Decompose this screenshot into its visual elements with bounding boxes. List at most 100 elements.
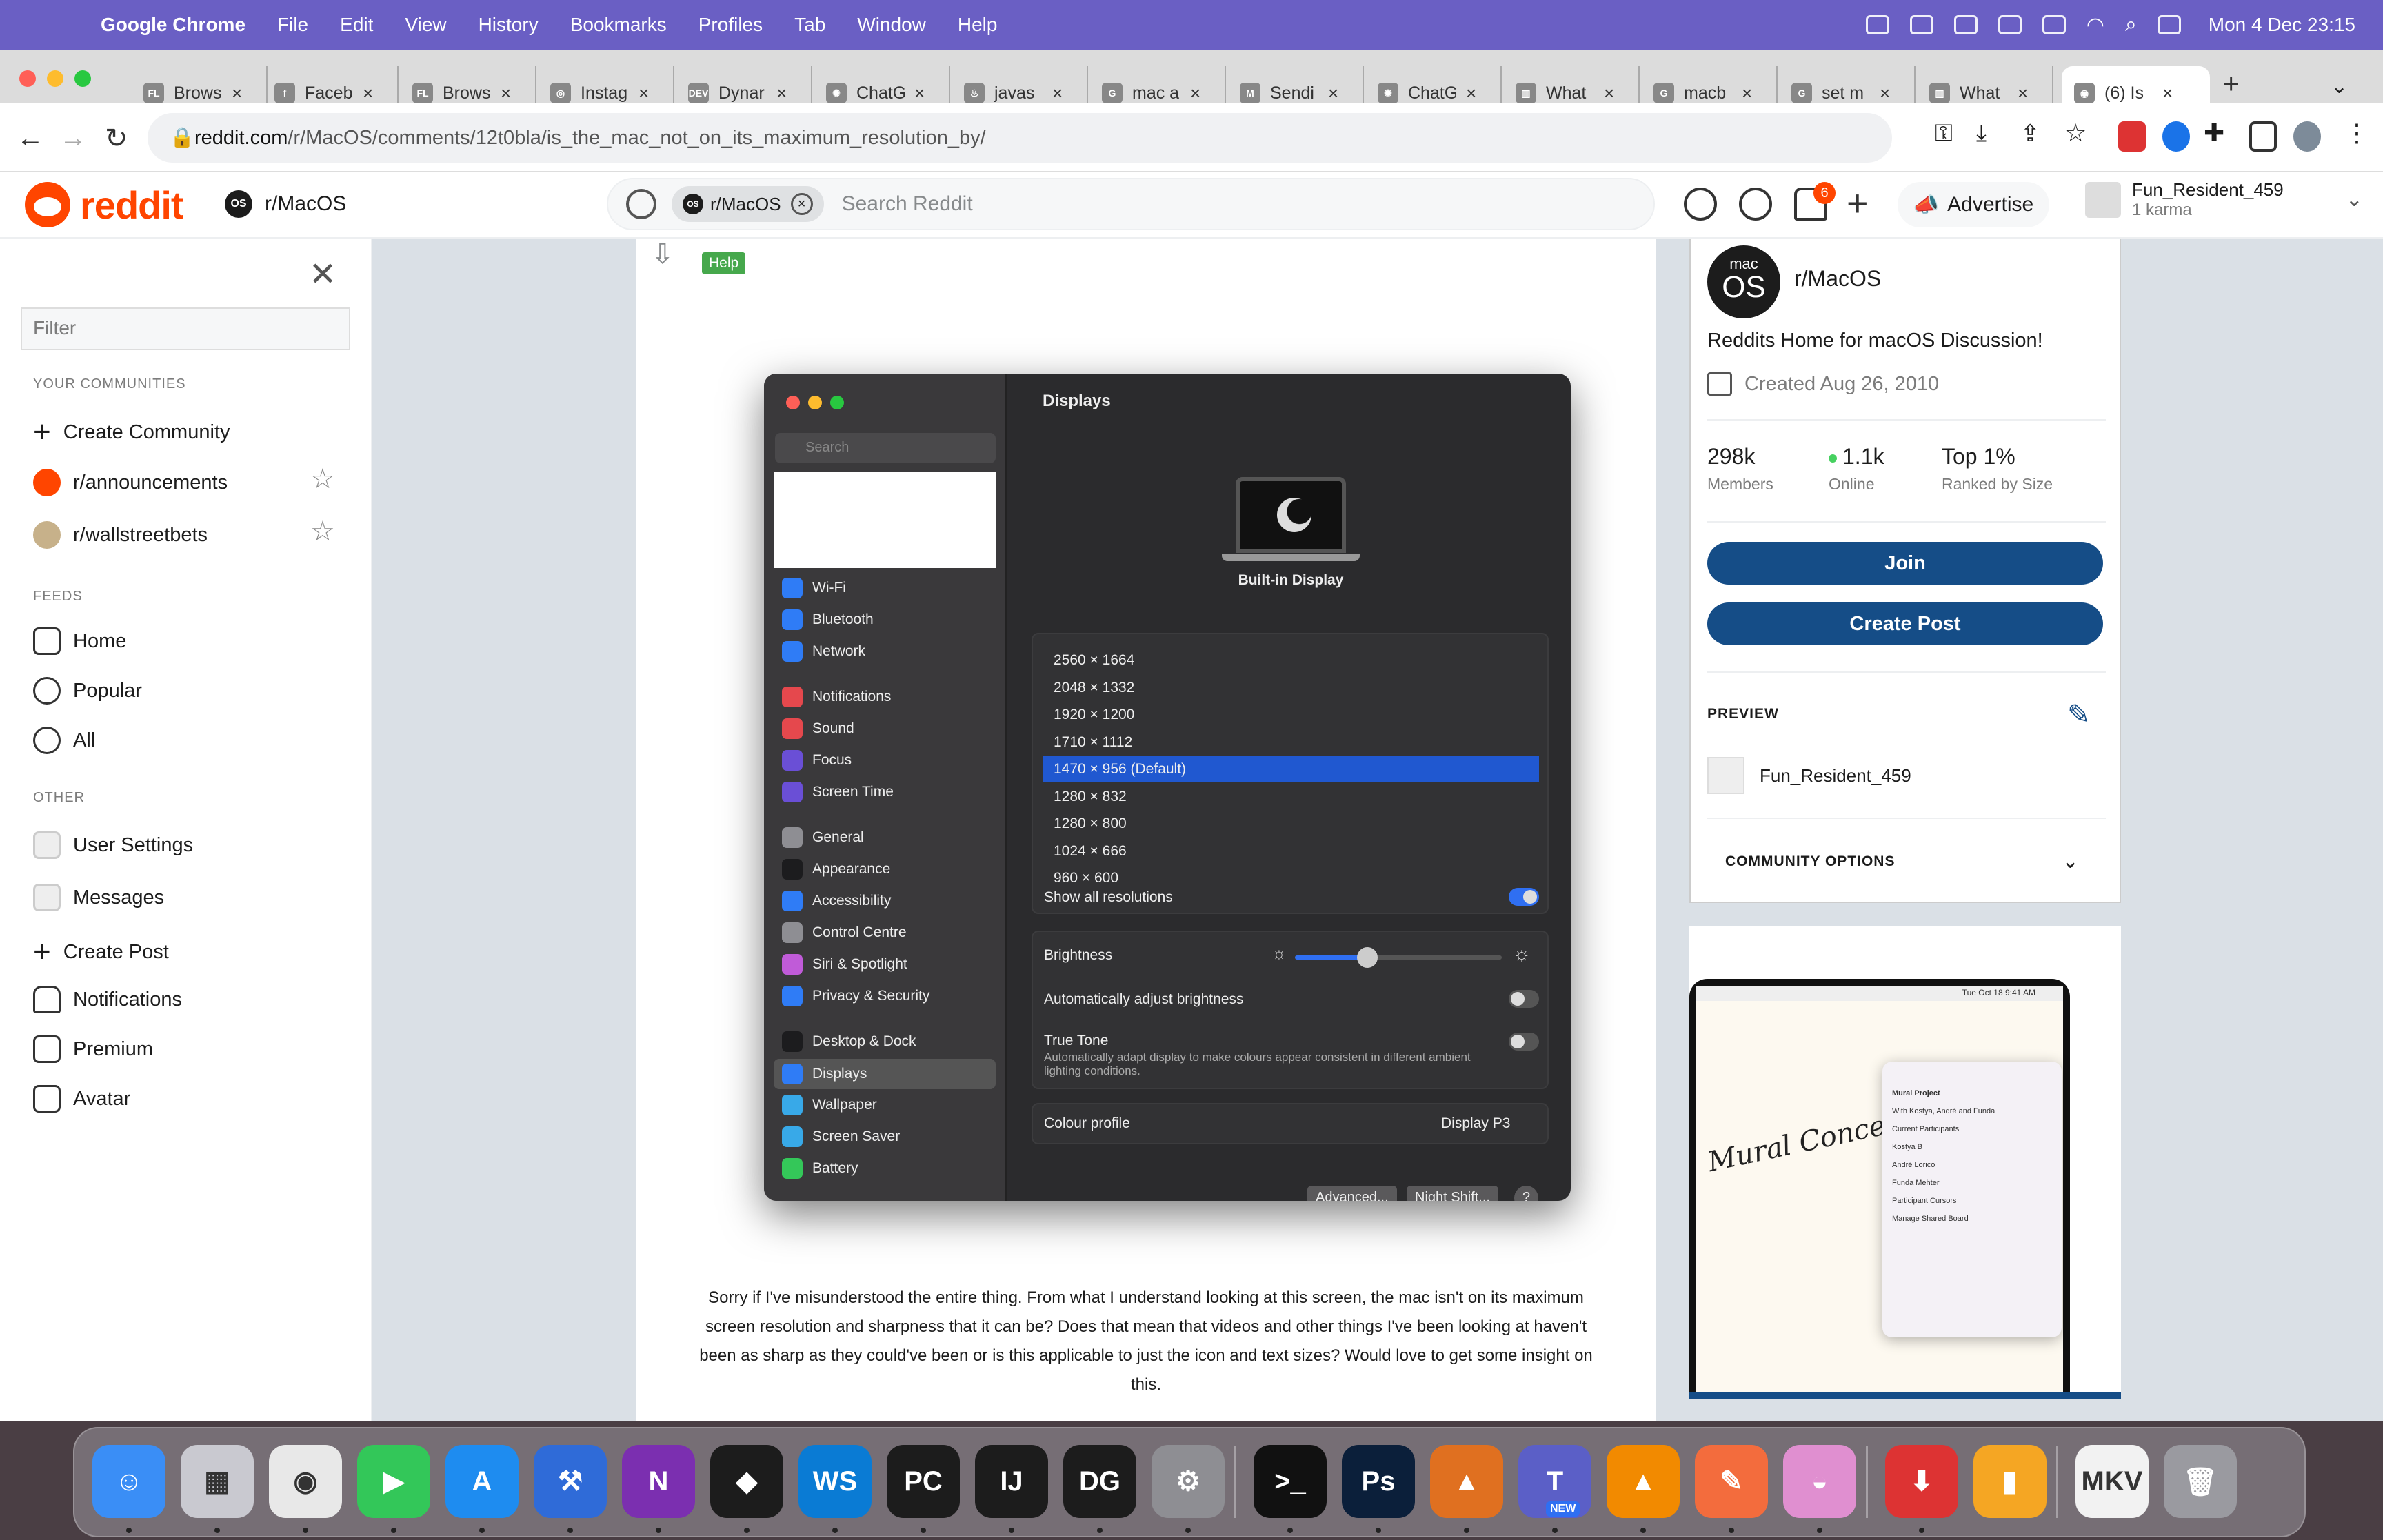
reload-icon[interactable]: ↻: [105, 123, 128, 154]
dock-app-icon[interactable]: PC: [887, 1445, 960, 1518]
bookmark-star-icon[interactable]: ☆: [2064, 119, 2087, 148]
create-post-plus-icon[interactable]: +: [1847, 182, 1869, 225]
dock-app-icon[interactable]: N: [622, 1445, 695, 1518]
adblock-extension-icon[interactable]: [2118, 121, 2146, 152]
chevron-down-icon[interactable]: ⌄: [2062, 849, 2079, 873]
side-panel-icon[interactable]: [2249, 121, 2277, 152]
sidebar-item-home[interactable]: Home: [33, 627, 126, 655]
sidebar-item-create-post[interactable]: + Create Post: [33, 935, 169, 969]
edit-pencil-icon[interactable]: ✎: [2067, 699, 2091, 731]
close-tab-icon[interactable]: ×: [1190, 83, 1200, 104]
close-tab-icon[interactable]: ×: [232, 83, 242, 104]
clear-chip-icon[interactable]: ×: [790, 193, 813, 215]
menu-app-name[interactable]: Google Chrome: [101, 14, 245, 36]
wifi-icon[interactable]: ◠: [2087, 13, 2104, 37]
community-name[interactable]: r/MacOS: [1794, 266, 1881, 292]
menu-view[interactable]: View: [405, 14, 446, 36]
dock-app-icon[interactable]: ▶: [357, 1445, 430, 1518]
menu-help[interactable]: Help: [958, 14, 998, 36]
close-tab-icon[interactable]: ×: [2162, 83, 2173, 104]
post-flair[interactable]: Help: [702, 252, 746, 274]
menu-history[interactable]: History: [479, 14, 539, 36]
close-icon[interactable]: ✕: [309, 255, 336, 294]
lock-icon[interactable]: 🔒: [170, 126, 194, 150]
more-menu-icon[interactable]: ⋮: [2344, 119, 2369, 148]
sidebar-item-popular[interactable]: Popular: [33, 677, 142, 705]
dock-app-icon[interactable]: T NEW: [1518, 1445, 1591, 1518]
close-tab-icon[interactable]: ×: [501, 83, 511, 104]
share-icon[interactable]: ⇪: [2020, 120, 2040, 148]
install-icon[interactable]: ⤓: [1976, 120, 1987, 147]
dock-app-icon[interactable]: ▲: [1430, 1445, 1503, 1518]
post-image-system-settings[interactable]: Search Wi-Fi Bluetooth Network Notification…: [764, 374, 1571, 1201]
sidebar-item-messages[interactable]: Messages: [33, 884, 164, 911]
close-tab-icon[interactable]: ×: [2018, 83, 2028, 104]
join-button[interactable]: Join: [1707, 542, 2103, 585]
sidebar-item-user-settings[interactable]: User Settings: [33, 831, 193, 859]
star-icon[interactable]: ☆: [310, 516, 335, 547]
downvote-icon[interactable]: ⇩: [651, 239, 674, 270]
chat-icon[interactable]: [1739, 188, 1772, 221]
sidebar-item-create-community[interactable]: + Create Community: [33, 415, 230, 449]
ad-card[interactable]: Tue Oct 18 9:41 AM Mural Concepts Mural …: [1689, 926, 2121, 1399]
close-tab-icon[interactable]: ×: [363, 83, 373, 104]
status-icon[interactable]: [1865, 15, 1889, 34]
dock-app-icon[interactable]: ☺: [92, 1445, 165, 1518]
forward-icon[interactable]: →: [59, 123, 87, 154]
sidebar-item-wallstreetbets[interactable]: r/wallstreetbets: [33, 521, 208, 549]
status-icon[interactable]: [1909, 15, 1933, 34]
dock-app-icon[interactable]: A: [445, 1445, 519, 1518]
dock-app-icon[interactable]: ⚙: [1152, 1445, 1225, 1518]
menu-edit[interactable]: Edit: [340, 14, 373, 36]
sidebar-item-premium[interactable]: Premium: [33, 1035, 153, 1063]
close-window-button[interactable]: [19, 70, 36, 87]
zoom-window-button[interactable]: [74, 70, 91, 87]
dock-app-icon[interactable]: 🗑: [2164, 1445, 2237, 1518]
sidebar-item-all[interactable]: All: [33, 727, 95, 754]
dock-app-icon[interactable]: ▲: [1607, 1445, 1680, 1518]
community-avatar-large[interactable]: mac OS: [1707, 245, 1780, 318]
profile-avatar[interactable]: [2293, 121, 2321, 152]
dock-app-icon[interactable]: ◒: [1783, 1445, 1856, 1518]
close-tab-icon[interactable]: ×: [1466, 83, 1476, 104]
control-centre-icon[interactable]: [2157, 15, 2181, 34]
community-options-toggle[interactable]: COMMUNITY OPTIONS: [1725, 853, 1895, 870]
dock-app-icon[interactable]: ✎: [1695, 1445, 1768, 1518]
sidebar-item-notifications[interactable]: Notifications: [33, 986, 182, 1013]
dock-app-icon[interactable]: ⚒: [534, 1445, 607, 1518]
close-tab-icon[interactable]: ×: [1328, 83, 1338, 104]
key-icon[interactable]: ⚿: [1935, 120, 1953, 147]
menu-bookmarks[interactable]: Bookmarks: [570, 14, 667, 36]
close-tab-icon[interactable]: ×: [1880, 83, 1890, 104]
tab-search-chevron-icon[interactable]: ⌄: [2331, 74, 2348, 99]
puzzle-extensions-icon[interactable]: ✚: [2204, 119, 2224, 148]
community-switcher[interactable]: OS r/MacOS: [225, 190, 346, 218]
dock-app-icon[interactable]: ▮: [1973, 1445, 2047, 1518]
close-tab-icon[interactable]: ×: [1604, 83, 1614, 104]
status-icon[interactable]: [1953, 15, 1978, 34]
menu-profiles[interactable]: Profiles: [698, 14, 763, 36]
dock-app-icon[interactable]: IJ: [975, 1445, 1048, 1518]
dock-app-icon[interactable]: ◉: [269, 1445, 342, 1518]
close-tab-icon[interactable]: ×: [1742, 83, 1752, 104]
minimize-window-button[interactable]: [47, 70, 63, 87]
dock-app-icon[interactable]: WS: [798, 1445, 872, 1518]
create-post-button[interactable]: Create Post: [1707, 602, 2103, 645]
search-icon[interactable]: ⌕: [2125, 13, 2137, 37]
extension-icon[interactable]: [2162, 121, 2190, 152]
sidebar-item-announcements[interactable]: r/announcements: [33, 469, 228, 496]
dock-app-icon[interactable]: >_: [1254, 1445, 1327, 1518]
dock-app-icon[interactable]: ⬇: [1885, 1445, 1958, 1518]
close-tab-icon[interactable]: ×: [776, 83, 787, 104]
menubar-clock[interactable]: Mon 4 Dec 23:15: [2209, 14, 2355, 36]
close-tab-icon[interactable]: ×: [914, 83, 925, 104]
search-bar[interactable]: OS r/MacOS × Search Reddit: [607, 178, 1655, 230]
dock-app-icon[interactable]: MKV: [2075, 1445, 2149, 1518]
battery-icon[interactable]: [2042, 15, 2066, 34]
menu-window[interactable]: Window: [857, 14, 926, 36]
search-input[interactable]: Search Reddit: [842, 192, 973, 216]
star-icon[interactable]: ☆: [310, 463, 335, 495]
close-tab-icon[interactable]: ×: [639, 83, 649, 104]
dock-app-icon[interactable]: DG: [1063, 1445, 1136, 1518]
dock-app-icon[interactable]: Ps: [1342, 1445, 1415, 1518]
